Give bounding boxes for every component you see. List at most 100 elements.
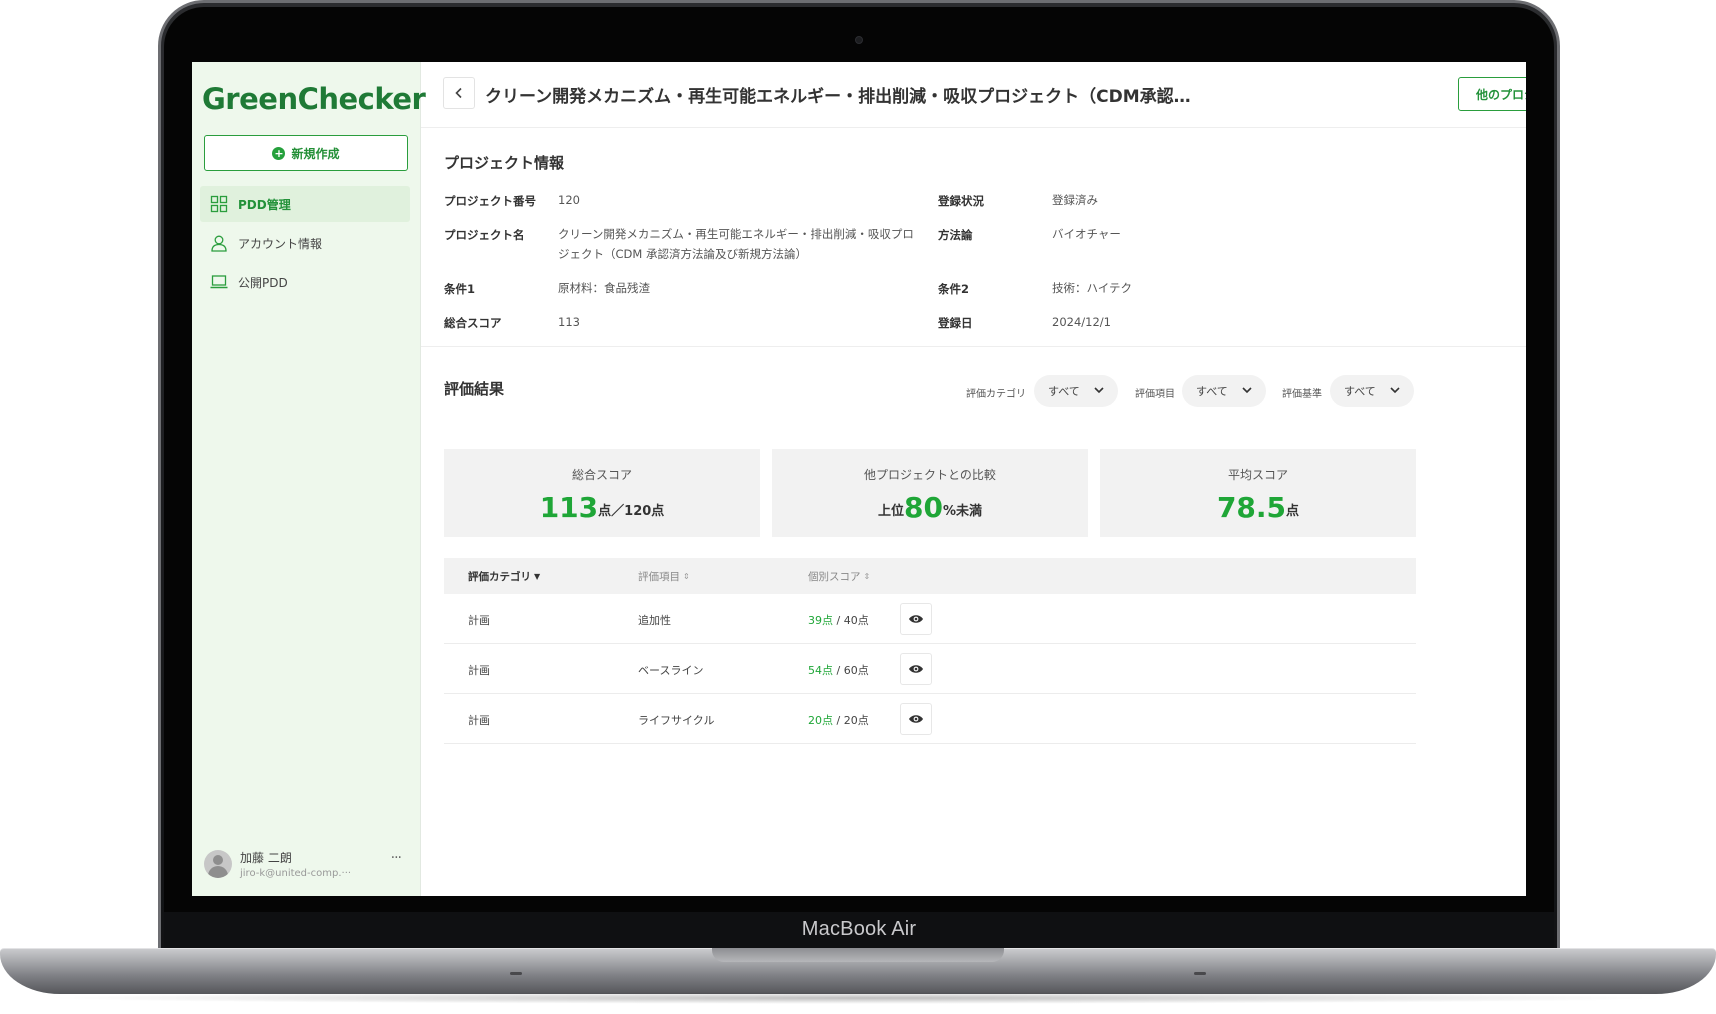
user-profile[interactable]: 加藤 二朗 jiro-k@united-comp.··· ··· bbox=[204, 844, 409, 884]
page-title: クリーン開発メカニズム・再生可能エネルギー・排出削減・吸収プロジェクト（CDM承… bbox=[485, 87, 1195, 107]
laptop-shadow bbox=[40, 992, 1676, 1004]
registered-date-label: 登録日 bbox=[938, 316, 973, 330]
row-item: ライフサイクル bbox=[638, 714, 715, 727]
row-category: 計画 bbox=[468, 614, 490, 627]
card-label: 総合スコア bbox=[571, 468, 632, 482]
compare-button[interactable]: 他のプロジェクトと比較 bbox=[1458, 77, 1526, 111]
sidebar-item-label: PDD管理 bbox=[238, 197, 291, 212]
condition1-label: 条件1 bbox=[444, 282, 476, 296]
filter-value: すべて bbox=[1344, 385, 1376, 398]
sidebar: GreenChecker + 新規作成 PDD管理 アカウント情報 公開PDD … bbox=[192, 62, 426, 896]
eye-icon bbox=[909, 715, 923, 723]
card-value: 上位80%未満 bbox=[772, 491, 1088, 524]
sidebar-item-label: 公開PDD bbox=[238, 275, 288, 290]
chevron-left-icon bbox=[455, 87, 462, 99]
card-label: 平均スコア bbox=[1227, 468, 1288, 482]
new-project-button[interactable]: + 新規作成 bbox=[204, 135, 408, 171]
filter-category-label: 評価カテゴリ bbox=[966, 389, 1026, 400]
average-score-card: 平均スコア 78.5点 bbox=[1100, 449, 1416, 537]
condition1-value: 原材料：食品残渣 bbox=[558, 281, 650, 295]
rank-number: 80 bbox=[904, 491, 943, 524]
filter-item-select[interactable]: すべて bbox=[1182, 375, 1266, 407]
filter-item-label: 評価項目 bbox=[1135, 389, 1175, 400]
back-button[interactable] bbox=[443, 77, 475, 109]
section-divider bbox=[421, 346, 1526, 347]
new-project-label: 新規作成 bbox=[291, 146, 340, 161]
app-logo[interactable]: GreenChecker bbox=[202, 82, 426, 116]
total-score-card: 総合スコア 113点／120点 bbox=[444, 449, 760, 537]
laptop-foot bbox=[1194, 972, 1206, 975]
row-category: 計画 bbox=[468, 664, 490, 677]
average-score-number: 78.5 bbox=[1216, 491, 1287, 524]
more-icon[interactable]: ··· bbox=[391, 850, 402, 866]
table-header: 評価カテゴリ ▼ 評価項目 ⇕ 個別スコア ⇕ bbox=[444, 558, 1416, 594]
project-name-label: プロジェクト名 bbox=[444, 228, 525, 242]
registered-date-value: 2024/12/1 bbox=[1052, 315, 1111, 329]
page-header: クリーン開発メカニズム・再生可能エネルギー・排出削減・吸収プロジェクト（CDM承… bbox=[421, 62, 1526, 128]
filter-criteria-select[interactable]: すべて bbox=[1330, 375, 1414, 407]
score-unit: 点 bbox=[1286, 504, 1300, 519]
total-score-label: 総合スコア bbox=[444, 316, 502, 330]
sort-icon: ⇕ bbox=[863, 572, 871, 581]
score-max: ／120点 bbox=[611, 504, 665, 519]
sidebar-item-pdd[interactable]: PDD管理 bbox=[200, 186, 410, 222]
chevron-down-icon bbox=[1094, 387, 1104, 394]
chevron-down-icon bbox=[1390, 387, 1400, 394]
sort-icon: ⇕ bbox=[683, 572, 690, 581]
sidebar-item-account[interactable]: アカウント情報 bbox=[200, 225, 410, 261]
filter-value: すべて bbox=[1048, 385, 1080, 398]
camera-icon bbox=[855, 36, 863, 44]
table-row: 計画 ベースライン 54点 / 60点 bbox=[444, 644, 1416, 694]
column-header-item[interactable]: 評価項目 ⇕ bbox=[638, 569, 690, 584]
score-unit: 点 bbox=[598, 504, 612, 519]
project-number-value: 120 bbox=[558, 193, 580, 207]
plus-circle-icon: + bbox=[272, 146, 286, 160]
laptop-chin: MacBook Air bbox=[164, 912, 1554, 949]
laptop-icon bbox=[210, 275, 228, 289]
row-item: 追加性 bbox=[638, 614, 671, 627]
score-max: / 20点 bbox=[833, 714, 869, 727]
methodology-value: バイオチャー bbox=[1052, 227, 1121, 241]
status-value: 登録済み bbox=[1052, 193, 1098, 207]
view-detail-button[interactable] bbox=[900, 603, 932, 635]
column-header-label: 評価カテゴリ bbox=[468, 571, 531, 583]
sort-icon: ▼ bbox=[534, 572, 541, 581]
score-max: / 40点 bbox=[833, 614, 869, 627]
total-score-value: 113 bbox=[558, 315, 580, 329]
user-email: jiro-k@united-comp.··· bbox=[240, 868, 352, 879]
project-info-title: プロジェクト情報 bbox=[444, 154, 565, 172]
sidebar-item-public-pdd[interactable]: 公開PDD bbox=[200, 264, 410, 300]
score-value: 54点 bbox=[808, 664, 833, 677]
methodology-label: 方法論 bbox=[938, 228, 973, 242]
card-value: 78.5点 bbox=[1100, 491, 1416, 524]
row-score: 39点 / 40点 bbox=[808, 612, 869, 628]
comparison-card: 他プロジェクトとの比較 上位80%未満 bbox=[772, 449, 1088, 537]
view-detail-button[interactable] bbox=[900, 653, 932, 685]
column-header-score[interactable]: 個別スコア ⇕ bbox=[808, 569, 870, 584]
eye-icon bbox=[909, 615, 923, 623]
card-label: 他プロジェクトとの比較 bbox=[864, 468, 996, 482]
project-name-value: クリーン開発メカニズム・再生可能エネルギー・排出削減・吸収プロジェクト（CDM … bbox=[558, 227, 914, 261]
chevron-down-icon bbox=[1242, 387, 1252, 394]
rank-prefix: 上位 bbox=[877, 504, 904, 519]
user-name: 加藤 二朗 bbox=[240, 851, 292, 865]
row-category: 計画 bbox=[468, 714, 490, 727]
user-info: 加藤 二朗 jiro-k@united-comp.··· bbox=[240, 849, 351, 879]
filter-category-select[interactable]: すべて bbox=[1034, 375, 1118, 407]
view-detail-button[interactable] bbox=[900, 703, 932, 735]
filter-criteria-label: 評価基準 bbox=[1282, 389, 1322, 400]
card-value: 113点／120点 bbox=[444, 491, 760, 524]
rank-suffix: %未満 bbox=[942, 504, 982, 519]
column-header-category[interactable]: 評価カテゴリ ▼ bbox=[468, 569, 540, 584]
laptop-foot bbox=[510, 972, 522, 975]
laptop-notch bbox=[712, 948, 1004, 962]
table-row: 計画 追加性 39点 / 40点 bbox=[444, 594, 1416, 644]
grid-icon bbox=[210, 195, 228, 213]
condition2-value: 技術：ハイテク bbox=[1052, 281, 1133, 295]
column-header-label: 個別スコア bbox=[808, 571, 861, 583]
evaluation-title: 評価結果 bbox=[444, 380, 505, 398]
eye-icon bbox=[909, 665, 923, 673]
score-max: / 60点 bbox=[833, 664, 869, 677]
row-item: ベースライン bbox=[638, 664, 704, 677]
project-number-label: プロジェクト番号 bbox=[444, 194, 536, 208]
